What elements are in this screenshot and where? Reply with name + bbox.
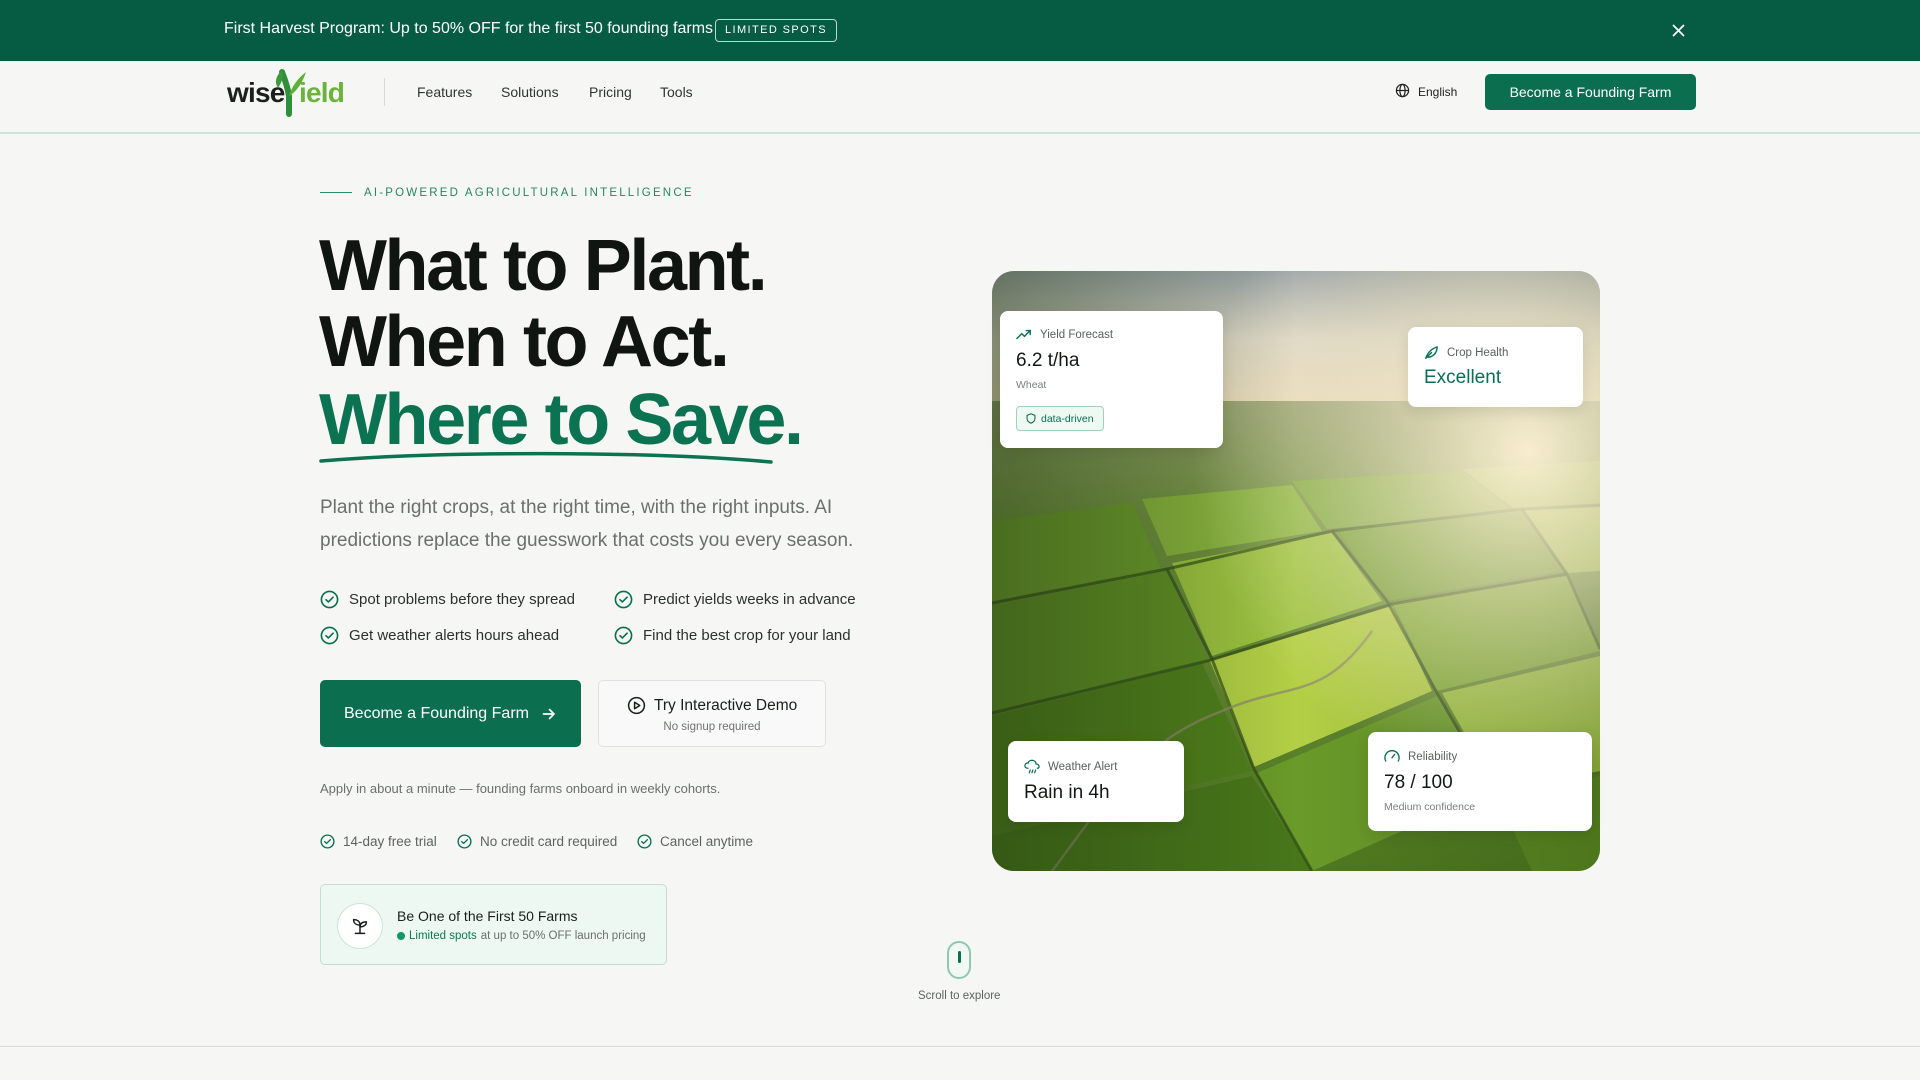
cloud-rain-icon bbox=[1024, 759, 1040, 774]
feature-item: Get weather alerts hours ahead bbox=[320, 626, 559, 645]
logo[interactable]: wise ield bbox=[226, 64, 352, 118]
card-label: Reliability bbox=[1408, 750, 1458, 763]
hero-headline-accent: Where to Save. bbox=[319, 380, 804, 460]
limited-spots-label: Limited spots bbox=[409, 930, 477, 942]
nav-link-tools[interactable]: Tools bbox=[660, 84, 693, 100]
check-circle-icon bbox=[320, 626, 339, 645]
feature-item: Find the best crop for your land bbox=[614, 626, 851, 645]
launch-pricing-label: at up to 50% OFF launch pricing bbox=[480, 930, 646, 942]
feature-label: Find the best crop for your land bbox=[643, 627, 851, 644]
trending-up-icon bbox=[1016, 329, 1031, 340]
become-founding-farm-button[interactable]: Become a Founding Farm bbox=[320, 680, 581, 747]
yield-value: 6.2 t/ha bbox=[1016, 350, 1080, 371]
headline-underline bbox=[319, 451, 773, 464]
trust-label: No credit card required bbox=[480, 834, 618, 849]
eyebrow: AI-POWERED AGRICULTURAL INTELLIGENCE bbox=[364, 187, 694, 199]
gauge-icon bbox=[1384, 750, 1400, 762]
check-circle-icon bbox=[637, 834, 652, 849]
feature-item: Spot problems before they spread bbox=[320, 590, 575, 609]
check-circle-icon bbox=[614, 590, 633, 609]
crop-name: Wheat bbox=[1016, 379, 1047, 391]
play-circle-icon bbox=[627, 696, 646, 715]
mouse-wheel bbox=[958, 951, 961, 963]
button-sublabel: No signup required bbox=[663, 721, 761, 733]
scroll-to-explore-label: Scroll to explore bbox=[918, 990, 1001, 1002]
check-circle-icon bbox=[320, 590, 339, 609]
limited-spots-badge: LIMITED SPOTS bbox=[715, 19, 837, 42]
founding-card-title: Be One of the First 50 Farms bbox=[397, 908, 578, 924]
weather-alert-value: Rain in 4h bbox=[1024, 782, 1110, 803]
globe-icon bbox=[1395, 83, 1410, 101]
button-label: Become a Founding Farm bbox=[344, 704, 529, 722]
founding-farms-card: Be One of the First 50 Farms Limited spo… bbox=[320, 884, 667, 965]
feature-label: Predict yields weeks in advance bbox=[643, 591, 856, 608]
language-selector[interactable]: English bbox=[1395, 83, 1457, 101]
data-driven-badge: data-driven bbox=[1016, 406, 1104, 431]
trust-label: 14-day free trial bbox=[343, 834, 437, 849]
promo-banner: First Harvest Program: Up to 50% OFF for… bbox=[0, 0, 1920, 61]
apply-note: Apply in about a minute — founding farms… bbox=[320, 781, 721, 796]
status-dot bbox=[397, 932, 405, 940]
trust-item: No credit card required bbox=[457, 834, 617, 849]
card-label: Crop Health bbox=[1447, 346, 1509, 359]
trust-label: Cancel anytime bbox=[660, 834, 754, 849]
nav-become-founding-farm-button[interactable]: Become a Founding Farm bbox=[1485, 74, 1696, 110]
button-label: Try Interactive Demo bbox=[654, 696, 798, 714]
founding-card-subtitle: Limited spots at up to 50% OFF launch pr… bbox=[397, 930, 646, 942]
svg-text:ield: ield bbox=[299, 77, 344, 108]
sprout-icon bbox=[337, 903, 383, 949]
nav-link-pricing[interactable]: Pricing bbox=[589, 84, 632, 100]
scroll-mouse-icon[interactable] bbox=[947, 941, 971, 979]
promo-text: First Harvest Program: Up to 50% OFF for… bbox=[224, 20, 714, 37]
crop-health-card: Crop Health Excellent bbox=[1408, 327, 1583, 407]
card-label: Yield Forecast bbox=[1040, 329, 1114, 341]
hero-headline: What to Plant. When to Act. bbox=[319, 226, 768, 382]
feature-item: Predict yields weeks in advance bbox=[614, 590, 856, 609]
hero-description: Plant the right crops, at the right time… bbox=[320, 497, 854, 551]
trust-item: Cancel anytime bbox=[637, 834, 753, 849]
weather-alert-card: Weather Alert Rain in 4h bbox=[1008, 741, 1184, 822]
yield-forecast-card: Yield Forecast 6.2 t/ha Wheat data-drive… bbox=[1000, 311, 1223, 448]
shield-icon bbox=[1026, 413, 1036, 424]
badge-label: data-driven bbox=[1041, 412, 1094, 425]
eyebrow-line bbox=[320, 192, 352, 193]
arrow-right-icon bbox=[542, 708, 555, 719]
reliability-card: Reliability 78 / 100 Medium confidence bbox=[1368, 732, 1592, 831]
nav-divider bbox=[384, 78, 385, 106]
nav-link-features[interactable]: Features bbox=[417, 84, 472, 100]
confidence-level: Medium confidence bbox=[1384, 801, 1476, 813]
language-label: English bbox=[1418, 85, 1458, 99]
try-interactive-demo-button[interactable]: Try Interactive Demo No signup required bbox=[598, 680, 826, 747]
check-circle-icon bbox=[614, 626, 633, 645]
check-circle-icon bbox=[457, 834, 472, 849]
section-divider bbox=[0, 1046, 1920, 1047]
card-label: Weather Alert bbox=[1048, 760, 1118, 773]
feature-label: Get weather alerts hours ahead bbox=[349, 627, 560, 644]
leaf-icon bbox=[1425, 346, 1438, 359]
nav-link-solutions[interactable]: Solutions bbox=[501, 84, 559, 100]
crop-health-value: Excellent bbox=[1424, 367, 1502, 388]
trust-item: 14-day free trial bbox=[320, 834, 437, 849]
check-circle-icon bbox=[320, 834, 335, 849]
feature-label: Spot problems before they spread bbox=[349, 591, 575, 608]
close-icon[interactable] bbox=[1668, 20, 1688, 40]
reliability-score: 78 / 100 bbox=[1384, 772, 1453, 793]
